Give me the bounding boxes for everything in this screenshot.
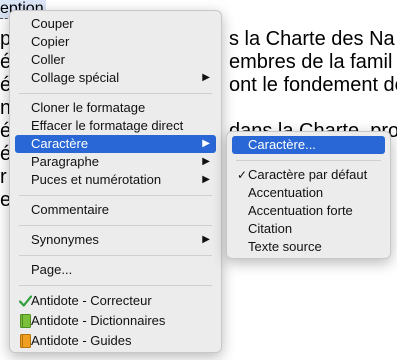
submenu-item-texte-source[interactable]: Texte source	[232, 238, 385, 256]
submenu-arrow-icon: ▶	[202, 234, 210, 245]
menu-item-couper[interactable]: Couper	[15, 15, 216, 33]
menu-item-label: Cloner le formatage	[31, 100, 146, 115]
doc-line-right-1: s la Charte des Na	[229, 28, 395, 50]
menu-item-label: Couper	[31, 16, 74, 31]
menu-item-label: Paragraphe	[31, 154, 99, 169]
menu-separator	[19, 225, 212, 226]
menu-item-synonymes[interactable]: Synonymes ▶	[15, 231, 216, 249]
menu-separator	[236, 160, 381, 161]
menu-item-label: Antidote - Guides	[31, 333, 132, 348]
doc-line-left-7: r	[0, 166, 7, 188]
menu-item-label: Accentuation	[248, 185, 324, 200]
menu-item-label: Page...	[31, 262, 73, 277]
checkmark-icon: ✓	[237, 168, 248, 182]
submenu-item-accentuation-forte[interactable]: Accentuation forte	[232, 202, 385, 220]
menu-item-effacer-formatage[interactable]: Effacer le formatage direct	[15, 117, 216, 135]
menu-separator	[19, 255, 212, 256]
menu-item-label: Collage spécial	[31, 70, 120, 85]
submenu-arrow-icon: ▶	[202, 138, 210, 149]
menu-item-caractere[interactable]: Caractère ▶	[15, 135, 216, 153]
menu-item-coller[interactable]: Coller	[15, 51, 216, 69]
menu-item-cloner-formatage[interactable]: Cloner le formatage	[15, 99, 216, 117]
menu-item-label: Texte source	[248, 239, 322, 254]
menu-item-label: Antidote - Dictionnaires	[31, 313, 166, 328]
menu-item-label: Synonymes	[31, 232, 99, 247]
menu-item-copier[interactable]: Copier	[15, 33, 216, 51]
menu-separator	[19, 195, 212, 196]
menu-separator	[19, 285, 212, 286]
menu-item-label: Caractère	[31, 136, 89, 151]
menu-item-label: Citation	[248, 221, 293, 236]
orange-book-icon	[20, 334, 31, 348]
submenu-arrow-icon: ▶	[202, 174, 210, 185]
menu-item-antidote-guides[interactable]: Antidote - Guides	[15, 332, 216, 350]
menu-item-label: Accentuation forte	[248, 203, 353, 218]
submenu-item-caractere-par-defaut[interactable]: ✓ Caractère par défaut	[232, 166, 385, 184]
caractere-submenu: Caractère... ✓ Caractère par défaut Acce…	[226, 131, 391, 259]
menu-item-collage-special[interactable]: Collage spécial ▶	[15, 69, 216, 87]
menu-separator	[19, 93, 212, 94]
green-book-icon	[20, 314, 31, 328]
doc-line-right-3: ont le fondement de	[229, 74, 397, 96]
context-menu: Couper Copier Coller Collage spécial ▶ C…	[9, 10, 222, 353]
submenu-item-caractere-dialog[interactable]: Caractère...	[232, 136, 385, 154]
menu-item-commentaire[interactable]: Commentaire	[15, 201, 216, 219]
menu-item-label: Copier	[31, 34, 70, 49]
menu-item-label: Caractère...	[248, 137, 316, 152]
menu-item-antidote-correcteur[interactable]: Antidote - Correcteur	[15, 292, 216, 310]
menu-item-page[interactable]: Page...	[15, 261, 216, 279]
menu-item-label: Puces et numérotation	[31, 172, 162, 187]
menu-item-paragraphe[interactable]: Paragraphe ▶	[15, 153, 216, 171]
menu-item-label: Antidote - Correcteur	[31, 293, 152, 308]
submenu-arrow-icon: ▶	[202, 156, 210, 167]
checkmark-icon	[19, 295, 32, 307]
menu-item-label: Caractère par défaut	[248, 167, 368, 182]
menu-item-puces-numerotation[interactable]: Puces et numérotation ▶	[15, 171, 216, 189]
submenu-item-citation[interactable]: Citation	[232, 220, 385, 238]
menu-item-antidote-dictionnaires[interactable]: Antidote - Dictionnaires	[15, 312, 216, 330]
submenu-item-accentuation[interactable]: Accentuation	[232, 184, 385, 202]
menu-item-label: Commentaire	[31, 202, 110, 217]
menu-item-label: Coller	[31, 52, 65, 67]
submenu-arrow-icon: ▶	[202, 72, 210, 83]
menu-item-label: Effacer le formatage direct	[31, 118, 184, 133]
doc-line-right-2: embres de la famil	[229, 51, 393, 73]
